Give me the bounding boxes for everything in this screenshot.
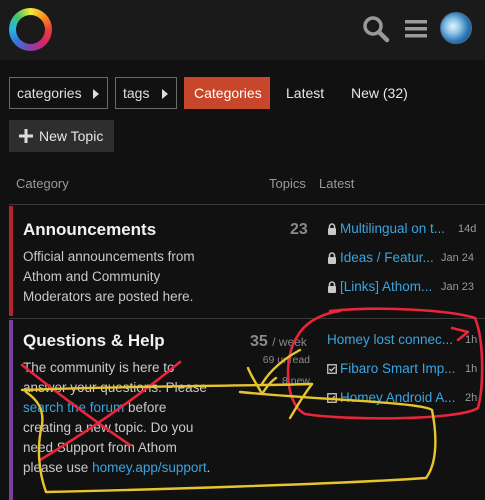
category-title[interactable]: Questions & Help bbox=[23, 331, 165, 351]
category-color-stripe bbox=[9, 206, 13, 316]
latest-topic-age: Jan 23 bbox=[441, 281, 475, 293]
latest-topic-title: Homey Android A... bbox=[340, 390, 456, 405]
hamburger-menu-icon[interactable] bbox=[401, 14, 431, 44]
tags-dropdown-label: tags bbox=[123, 85, 150, 101]
latest-topic-age: 1h bbox=[465, 334, 478, 346]
search-forum-link[interactable]: search the forum bbox=[23, 400, 124, 415]
lock-icon bbox=[328, 252, 336, 264]
latest-topic-title: [Links] Athom... bbox=[340, 279, 433, 294]
latest-topic-title: Multilingual on t... bbox=[340, 221, 446, 236]
unread-count[interactable]: 69 unread bbox=[260, 354, 310, 366]
description-text: . bbox=[206, 460, 211, 475]
category-description: Official announcements from Athom and Co… bbox=[23, 249, 195, 304]
tags-dropdown[interactable]: tags bbox=[115, 77, 177, 109]
tab-new[interactable]: New (32) bbox=[351, 77, 408, 109]
new-topic-label: New Topic bbox=[39, 128, 104, 144]
lock-icon bbox=[328, 281, 336, 293]
user-avatar-icon[interactable] bbox=[440, 12, 472, 44]
new-topic-button[interactable]: New Topic bbox=[9, 120, 114, 152]
category-description: The community is here to answer your que… bbox=[23, 358, 213, 478]
categories-dropdown-label: categories bbox=[17, 85, 82, 101]
latest-topic-age: 1h bbox=[465, 363, 478, 375]
latest-topic-title: Homey lost connec... bbox=[327, 332, 454, 347]
top-header bbox=[0, 0, 485, 60]
caret-right-icon bbox=[93, 89, 99, 99]
new-count[interactable]: 8 new bbox=[270, 375, 310, 387]
latest-topic-title: Fibaro Smart Imp... bbox=[340, 361, 456, 376]
plus-icon bbox=[19, 129, 33, 143]
topic-count: 23 bbox=[290, 221, 308, 238]
latest-topic-title: Ideas / Featur... bbox=[340, 250, 434, 265]
column-header-category[interactable]: Category bbox=[16, 176, 69, 191]
description-text: The community is here to answer your que… bbox=[23, 360, 207, 395]
app-logo-icon[interactable] bbox=[9, 8, 52, 51]
column-header-topics[interactable]: Topics bbox=[269, 176, 306, 191]
topic-count-value: 35 bbox=[250, 333, 268, 350]
tab-categories[interactable]: Categories bbox=[184, 77, 270, 109]
topic-count-period: / week bbox=[272, 335, 307, 349]
checkbox-icon bbox=[327, 364, 337, 374]
tab-latest[interactable]: Latest bbox=[286, 77, 324, 109]
latest-topic-age: Jan 24 bbox=[441, 252, 475, 264]
search-icon[interactable] bbox=[361, 14, 391, 44]
latest-topic-age: 14d bbox=[458, 223, 477, 235]
lock-icon bbox=[328, 223, 336, 235]
column-header-latest[interactable]: Latest bbox=[319, 176, 354, 191]
categories-dropdown[interactable]: categories bbox=[9, 77, 108, 109]
category-color-stripe bbox=[9, 320, 13, 500]
caret-right-icon bbox=[162, 89, 168, 99]
category-divider bbox=[9, 318, 485, 319]
category-title[interactable]: Announcements bbox=[23, 220, 156, 240]
latest-topic-age: 2h bbox=[465, 392, 478, 404]
checkbox-icon bbox=[327, 393, 337, 403]
header-divider bbox=[9, 204, 485, 205]
topic-count: 35 / week bbox=[250, 333, 307, 351]
support-link[interactable]: homey.app/support bbox=[92, 460, 207, 475]
